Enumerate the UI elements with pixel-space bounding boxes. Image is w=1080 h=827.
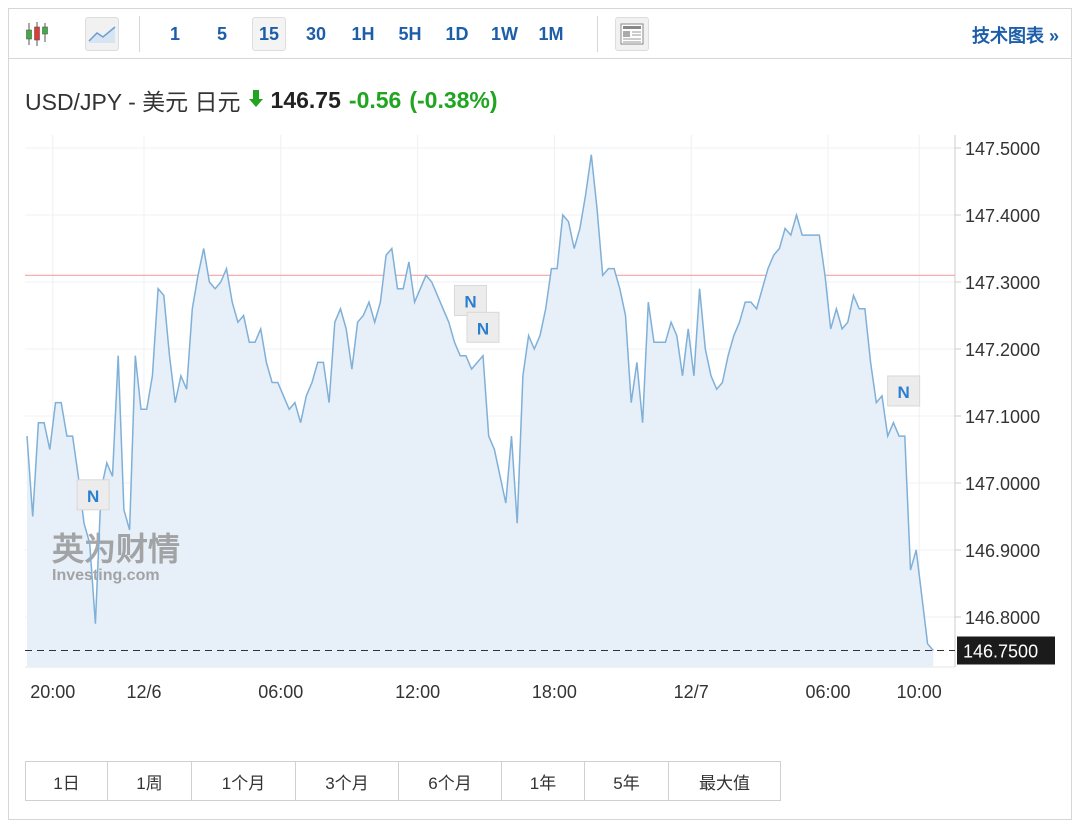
y-tick-label: 147.4000 [965, 206, 1040, 226]
period-selector: 1日 1周 1个月 3个月 6个月 1年 5年 最大值 [25, 761, 781, 801]
news-marker[interactable]: N [887, 375, 921, 407]
watermark-cn: 英为财情 [52, 530, 180, 568]
period-5[interactable]: 1年 [502, 762, 585, 800]
y-tick-label: 147.5000 [965, 139, 1040, 159]
period-7[interactable]: 最大值 [669, 762, 780, 800]
news-marker-label: N [87, 487, 99, 506]
period-3[interactable]: 3个月 [296, 762, 399, 800]
news-marker-label: N [898, 383, 910, 402]
y-tick-label: 147.0000 [965, 474, 1040, 494]
x-tick-label: 12:00 [395, 682, 440, 702]
period-6[interactable]: 5年 [585, 762, 669, 800]
news-marker[interactable]: N [466, 311, 500, 343]
y-tick-label: 146.8000 [965, 608, 1040, 628]
news-marker-label: N [477, 319, 489, 338]
news-marker[interactable]: N [76, 479, 110, 511]
period-0[interactable]: 1日 [26, 762, 108, 800]
period-2[interactable]: 1个月 [192, 762, 296, 800]
news-marker-label: N [464, 293, 476, 312]
period-4[interactable]: 6个月 [399, 762, 502, 800]
y-tick-label: 147.1000 [965, 407, 1040, 427]
x-tick-label: 10:00 [897, 682, 942, 702]
x-tick-label: 12/6 [126, 682, 161, 702]
x-tick-label: 20:00 [30, 682, 75, 702]
watermark-en: Investing.com [52, 567, 160, 584]
x-tick-label: 12/7 [674, 682, 709, 702]
y-tick-label: 146.9000 [965, 541, 1040, 561]
x-tick-label: 18:00 [532, 682, 577, 702]
period-1[interactable]: 1周 [108, 762, 192, 800]
price-chart[interactable]: 147.5000 147.4000 147.3000 147.2000 147.1000… [0, 0, 1080, 740]
news-marker[interactable]: N [453, 285, 487, 316]
last-price-label: 146.7500 [963, 642, 1038, 662]
x-tick-label: 06:00 [258, 682, 303, 702]
y-tick-label: 147.3000 [965, 273, 1040, 293]
y-tick-label: 147.2000 [965, 340, 1040, 360]
x-tick-label: 06:00 [805, 682, 850, 702]
